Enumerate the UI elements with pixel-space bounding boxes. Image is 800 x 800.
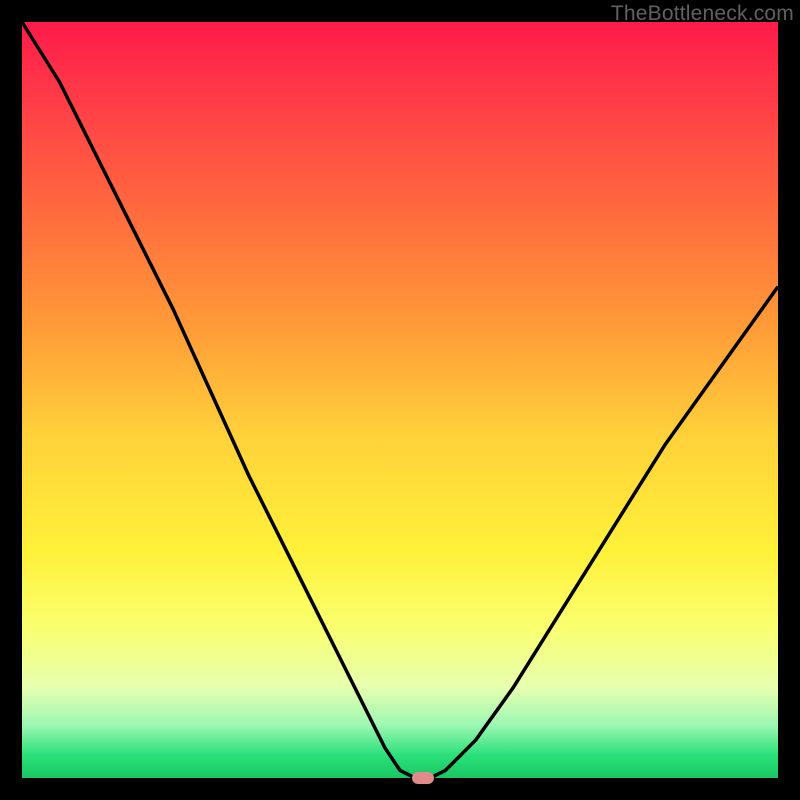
- curve-path: [22, 22, 778, 778]
- watermark-label: TheBottleneck.com: [611, 2, 794, 26]
- plot-area: [22, 22, 778, 778]
- minimum-marker: [412, 772, 434, 784]
- bottleneck-curve: [22, 22, 778, 778]
- chart-frame: TheBottleneck.com: [0, 0, 800, 800]
